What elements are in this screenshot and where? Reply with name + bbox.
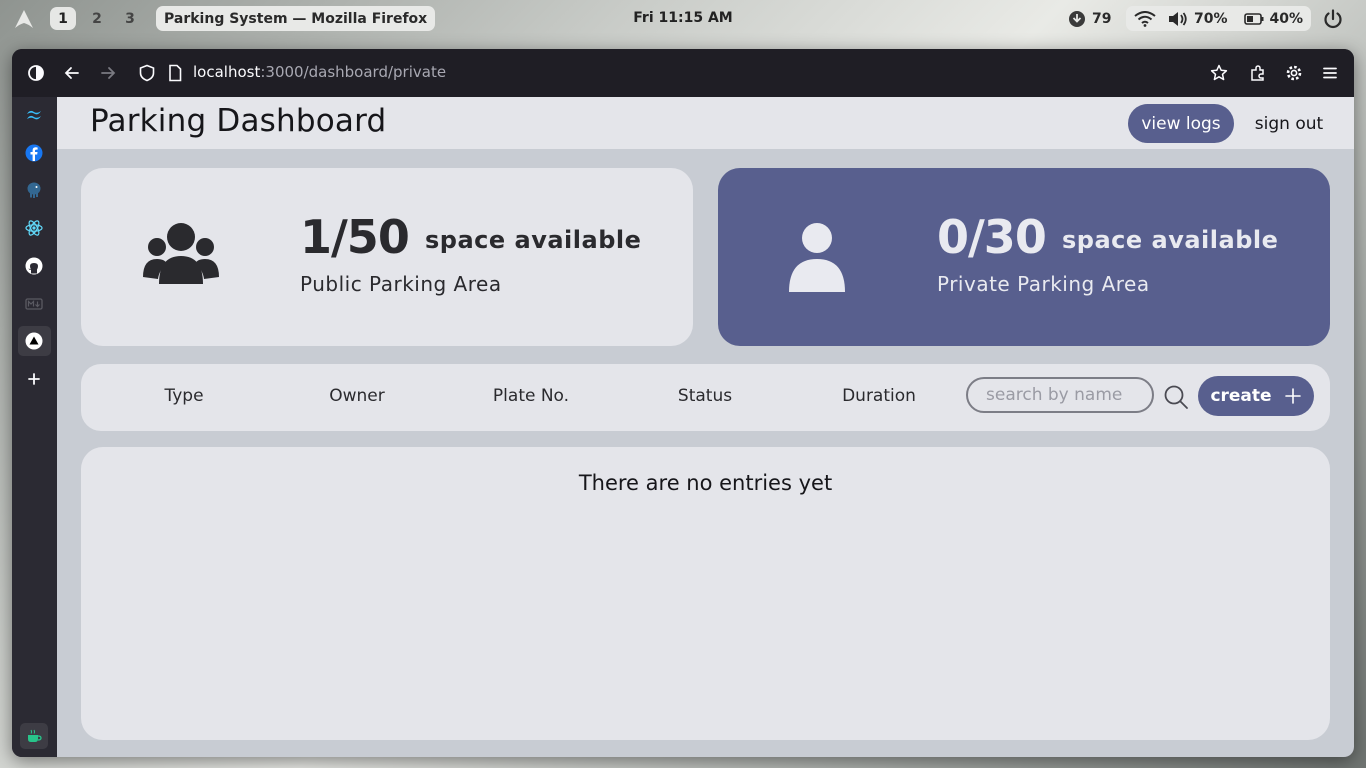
table-header-bar: Type Owner Plate No. Status Duration cre…	[81, 364, 1330, 431]
power-icon[interactable]	[1322, 8, 1344, 30]
private-parking-card[interactable]: 0/30 space available Private Parking Are…	[718, 168, 1330, 346]
user-icon	[789, 223, 845, 292]
forward-button[interactable]	[97, 62, 119, 84]
download-icon	[1069, 10, 1085, 27]
back-button[interactable]	[61, 62, 83, 84]
browser-sidebar	[12, 97, 57, 757]
plus-icon	[1284, 388, 1301, 404]
markdown-icon[interactable]	[23, 293, 45, 315]
browser-toolbar: localhost:3000/dashboard/private	[12, 49, 1354, 97]
arch-logo-icon[interactable]	[14, 9, 34, 29]
github-icon[interactable]	[23, 255, 45, 277]
system-tray[interactable]: 70% 40%	[1126, 6, 1312, 31]
volume-icon	[1169, 11, 1187, 26]
create-button[interactable]: create	[1198, 376, 1314, 416]
battery-level: 40%	[1269, 10, 1304, 27]
public-space-label: space available	[425, 226, 642, 254]
public-space-count: 1/50	[300, 210, 410, 264]
column-header-status[interactable]: Status	[678, 386, 732, 406]
workspace-3[interactable]: 3	[117, 7, 143, 30]
column-header-type[interactable]: Type	[164, 386, 203, 406]
battery-icon	[1243, 12, 1264, 25]
workspace-1[interactable]: 1	[50, 7, 76, 30]
private-space-count: 0/30	[937, 210, 1047, 264]
wifi-icon	[1134, 10, 1156, 27]
workspace-2[interactable]: 2	[84, 7, 110, 30]
private-area-name: Private Parking Area	[937, 272, 1150, 296]
search-input[interactable]	[966, 377, 1154, 413]
clock[interactable]: Fri 11:15 AM	[633, 10, 732, 26]
settings-gear-icon[interactable]	[1283, 62, 1305, 84]
active-window-title: Parking System — Mozilla Firefox	[156, 6, 436, 31]
postgres-icon[interactable]	[23, 179, 45, 201]
tailwind-icon[interactable]	[23, 104, 45, 126]
add-sidebar-item-button[interactable]	[23, 368, 45, 390]
menu-hamburger-icon[interactable]	[1319, 62, 1341, 84]
desktop-top-bar: 1 2 3 Parking System — Mozilla Firefox F…	[0, 0, 1366, 37]
view-logs-button[interactable]: view logs	[1128, 104, 1234, 143]
firefox-window: localhost:3000/dashboard/private Parking…	[12, 49, 1354, 757]
bookmark-star-icon[interactable]	[1208, 62, 1230, 84]
column-header-owner[interactable]: Owner	[329, 386, 385, 406]
facebook-icon[interactable]	[23, 142, 45, 164]
extensions-icon[interactable]	[1247, 62, 1269, 84]
url-host: localhost	[193, 63, 261, 81]
coffee-icon[interactable]	[20, 723, 48, 749]
react-icon[interactable]	[23, 217, 45, 239]
url-path: :3000/dashboard/private	[260, 63, 447, 81]
volume-level: 70%	[1194, 10, 1228, 27]
updates-count: 79	[1092, 10, 1112, 27]
url-bar[interactable]: localhost:3000/dashboard/private	[193, 63, 446, 81]
page-title: Parking Dashboard	[90, 103, 387, 139]
app-header: Parking Dashboard view logs sign out	[57, 97, 1354, 149]
updates-indicator[interactable]: 79	[1068, 6, 1111, 31]
vercel-icon[interactable]	[23, 330, 45, 352]
private-space-label: space available	[1062, 226, 1279, 254]
column-header-plate[interactable]: Plate No.	[493, 386, 569, 406]
users-group-icon	[143, 223, 219, 284]
sign-out-button[interactable]: sign out	[1247, 104, 1331, 143]
search-icon[interactable]	[1163, 384, 1189, 410]
firefox-view-icon[interactable]	[25, 62, 47, 84]
shield-icon[interactable]	[136, 62, 158, 84]
column-header-duration[interactable]: Duration	[842, 386, 916, 406]
public-area-name: Public Parking Area	[300, 272, 502, 296]
page-icon[interactable]	[164, 62, 186, 84]
dashboard-page: Parking Dashboard view logs sign out 1/5…	[57, 97, 1354, 757]
create-button-label: create	[1210, 386, 1272, 406]
public-parking-card[interactable]: 1/50 space available Public Parking Area	[81, 168, 693, 346]
empty-state-message: There are no entries yet	[578, 471, 833, 495]
entries-panel: There are no entries yet	[81, 447, 1330, 740]
